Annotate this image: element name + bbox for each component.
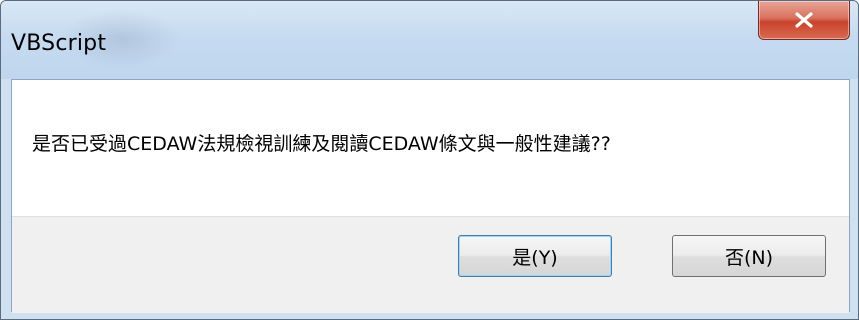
button-bar: 是(Y) 否(N)	[12, 216, 849, 313]
no-button[interactable]: 否(N)	[672, 235, 826, 277]
title-bar[interactable]: VBScript	[1, 1, 858, 79]
message-text: 是否已受過CEDAW法規檢視訓練及閱讀CEDAW條文與一般性建議??	[32, 133, 611, 155]
dialog-body: 是否已受過CEDAW法規檢視訓練及閱讀CEDAW條文與一般性建議?? 是(Y) …	[11, 79, 850, 313]
message-dialog: VBScript 是否已受過CEDAW法規檢視訓練及閱讀CEDAW條文與一般性建…	[0, 0, 859, 320]
yes-button[interactable]: 是(Y)	[458, 235, 612, 277]
close-icon	[793, 11, 815, 29]
close-button[interactable]	[758, 1, 850, 40]
window-title: VBScript	[11, 31, 107, 56]
